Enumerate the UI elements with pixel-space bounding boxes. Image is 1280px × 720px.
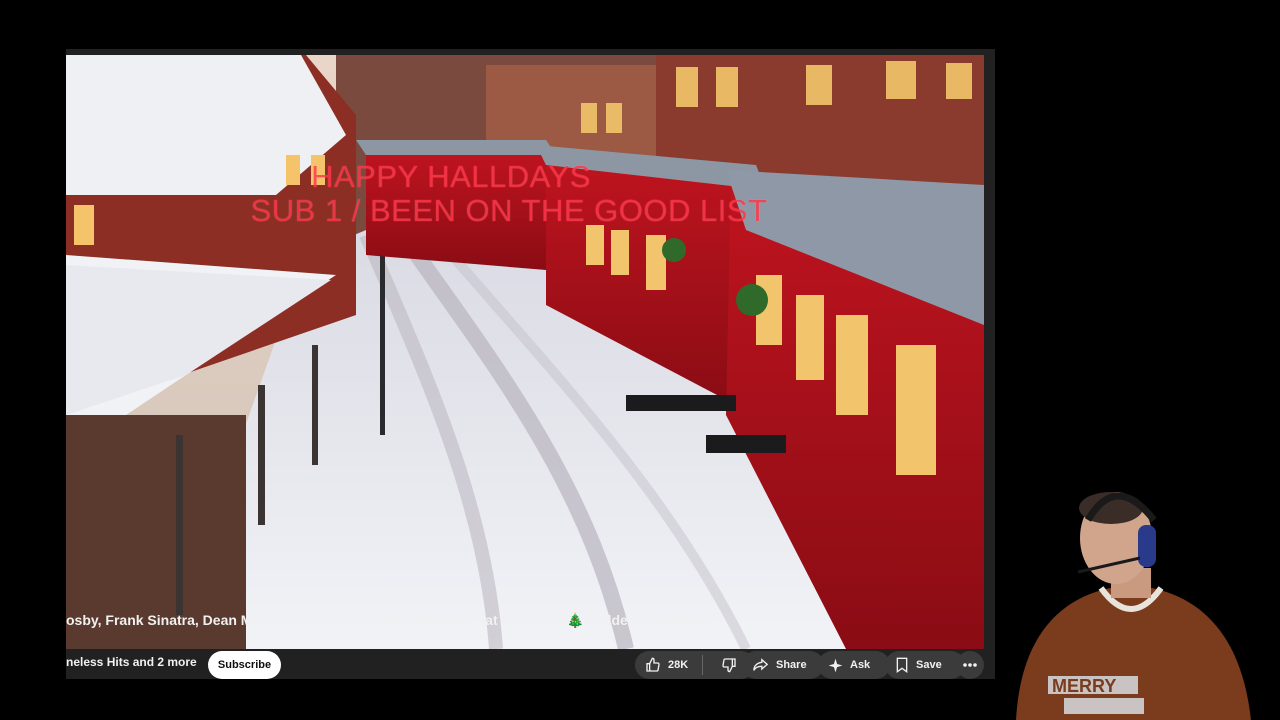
save-button[interactable]: Save: [885, 651, 965, 679]
subscribe-button[interactable]: Subscribe: [208, 651, 281, 679]
overlay-text-line-2: SUB 1 / BEEN ON THE GOOD LIST: [250, 193, 768, 228]
video-title: osby, Frank Sinatra, Dean Martin, Gene A…: [66, 612, 709, 628]
sparkle-icon: [828, 658, 843, 673]
thumbs-up-icon: [645, 657, 661, 673]
streamer-webcam: MERRY: [1006, 480, 1256, 720]
share-label: Share: [776, 659, 807, 671]
shirt-print-text: MERRY: [1052, 676, 1116, 696]
thumbs-down-icon: [721, 657, 737, 673]
like-dislike-group: 28K: [635, 651, 755, 679]
more-horizontal-icon: [963, 663, 977, 667]
video-frame-scene: [66, 55, 984, 649]
save-label: Save: [916, 659, 942, 671]
ask-label: Ask: [850, 659, 871, 671]
like-count: 28K: [668, 659, 689, 671]
streamer-webcam-image: MERRY: [1006, 480, 1256, 720]
video-player-window: HAPPY HALLDAYS SUB 1 / BEEN ON THE GOOD …: [66, 49, 995, 679]
video-player[interactable]: HAPPY HALLDAYS SUB 1 / BEEN ON THE GOOD …: [66, 55, 984, 649]
like-button[interactable]: 28K: [635, 651, 702, 679]
share-arrow-icon: [752, 657, 769, 673]
more-actions-button[interactable]: [956, 651, 984, 679]
channel-name[interactable]: neless Hits and 2 more: [66, 655, 197, 669]
bookmark-icon: [895, 657, 909, 673]
overlay-text-line-1: HAPPY HALLDAYS: [311, 159, 591, 194]
share-button[interactable]: Share: [742, 651, 824, 679]
ask-button[interactable]: Ask: [818, 651, 890, 679]
